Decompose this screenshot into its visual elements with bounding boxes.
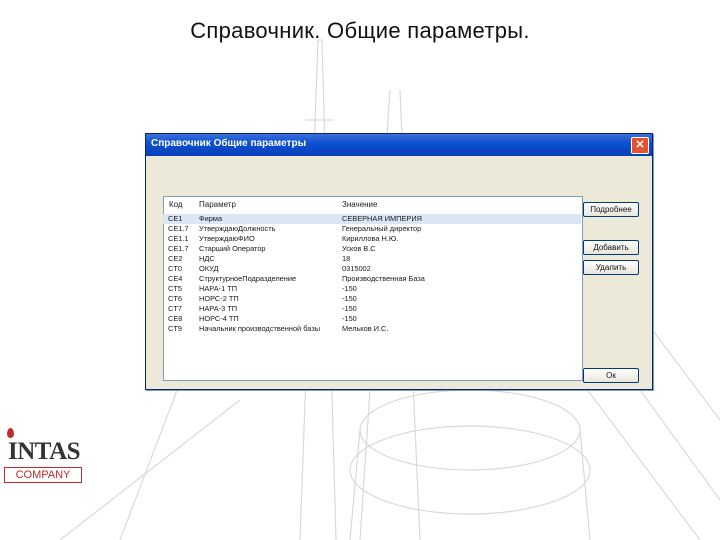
list-row[interactable]: CT5 НАРА-1 ТП -150: [163, 284, 581, 294]
parameters-dialog: Справочник Общие параметры ✕ Код Парамет…: [145, 133, 653, 390]
cell-param: Фирма: [199, 214, 223, 223]
list-header: Код Параметр Значение: [163, 200, 581, 212]
cell-value: -150: [342, 294, 357, 303]
cell-param: НДС: [199, 254, 215, 263]
cell-value: Мельков И.С.: [342, 324, 389, 333]
cell-code: CE8: [168, 314, 183, 323]
cell-code: CT7: [168, 304, 182, 313]
cell-param: УтверждаюФИО: [199, 234, 255, 243]
delete-button[interactable]: Удалить: [583, 260, 639, 275]
cell-value: -150: [342, 284, 357, 293]
cell-value: -150: [342, 304, 357, 313]
cell-code: CT6: [168, 294, 182, 303]
list-row[interactable]: CE1.7 Старший Оператор Усков В.С: [163, 244, 581, 254]
add-button[interactable]: Добавить: [583, 240, 639, 255]
cell-param: НАРА-1 ТП: [199, 284, 238, 293]
cell-param: НАРА-3 ТП: [199, 304, 238, 313]
cell-param: НОРС-2 ТП: [199, 294, 239, 303]
logo-main-text: INTAS: [8, 438, 81, 465]
slide-title: Справочник. Общие параметры.: [190, 18, 530, 43]
list-row[interactable]: CT9 Начальник производственной базы Мель…: [163, 324, 581, 334]
details-button[interactable]: Подробнее: [583, 202, 639, 217]
cell-value: 18: [342, 254, 351, 263]
cell-value: СЕВЕРНАЯ ИМПЕРИЯ: [342, 214, 423, 223]
cell-value: Усков В.С: [342, 244, 376, 253]
list-row[interactable]: CE1 Фирма СЕВЕРНАЯ ИМПЕРИЯ: [163, 214, 581, 224]
ok-button[interactable]: Ок: [583, 368, 639, 383]
cell-value: Производственная База: [342, 274, 425, 283]
cell-code: CE1.7: [168, 224, 189, 233]
close-button[interactable]: ✕: [631, 137, 649, 154]
list-rows: CE1 Фирма СЕВЕРНАЯ ИМПЕРИЯ CE1.7 Утвержд…: [163, 214, 581, 334]
cell-code: CE1.7: [168, 244, 189, 253]
list-row[interactable]: CE1.1 УтверждаюФИО Кириллова Н.Ю.: [163, 234, 581, 244]
cell-code: CT9: [168, 324, 182, 333]
cell-param: ОКУД: [199, 264, 219, 273]
logo-sub-text: COMPANY: [4, 467, 82, 483]
list-row[interactable]: CT0 ОКУД 0315002: [163, 264, 581, 274]
cell-param: Старший Оператор: [199, 244, 266, 253]
cell-param: Начальник производственной базы: [199, 324, 321, 333]
intas-company-logo: INTAS COMPANY: [4, 428, 82, 488]
list-row[interactable]: CT6 НОРС-2 ТП -150: [163, 294, 581, 304]
cell-param: УтверждаюДолжность: [199, 224, 276, 233]
cell-code: CE1: [168, 214, 183, 223]
column-header-param[interactable]: Параметр: [199, 200, 236, 209]
cell-value: Генеральный директор: [342, 224, 422, 233]
column-header-value[interactable]: Значение: [342, 200, 377, 209]
cell-code: CT0: [168, 264, 182, 273]
list-row[interactable]: CE2 НДС 18: [163, 254, 581, 264]
cell-value: 0315002: [342, 264, 371, 273]
dialog-title: Справочник Общие параметры: [151, 138, 307, 149]
list-row[interactable]: CE1.7 УтверждаюДолжность Генеральный дир…: [163, 224, 581, 234]
cell-param: НОРС-4 ТП: [199, 314, 239, 323]
flame-drop-icon: [7, 428, 14, 438]
list-row[interactable]: CE4 СтруктурноеПодразделение Производств…: [163, 274, 581, 284]
list-row[interactable]: CT7 НАРА-3 ТП -150: [163, 304, 581, 314]
cell-value: -150: [342, 314, 357, 323]
cell-code: CE2: [168, 254, 183, 263]
cell-value: Кириллова Н.Ю.: [342, 234, 399, 243]
cell-code: CE4: [168, 274, 183, 283]
column-header-code[interactable]: Код: [169, 200, 183, 209]
cell-param: СтруктурноеПодразделение: [199, 274, 297, 283]
cell-code: CE1.1: [168, 234, 189, 243]
dialog-titlebar[interactable]: Справочник Общие параметры ✕: [146, 134, 652, 156]
list-row[interactable]: CE8 НОРС-4 ТП -150: [163, 314, 581, 324]
cell-code: CT5: [168, 284, 182, 293]
